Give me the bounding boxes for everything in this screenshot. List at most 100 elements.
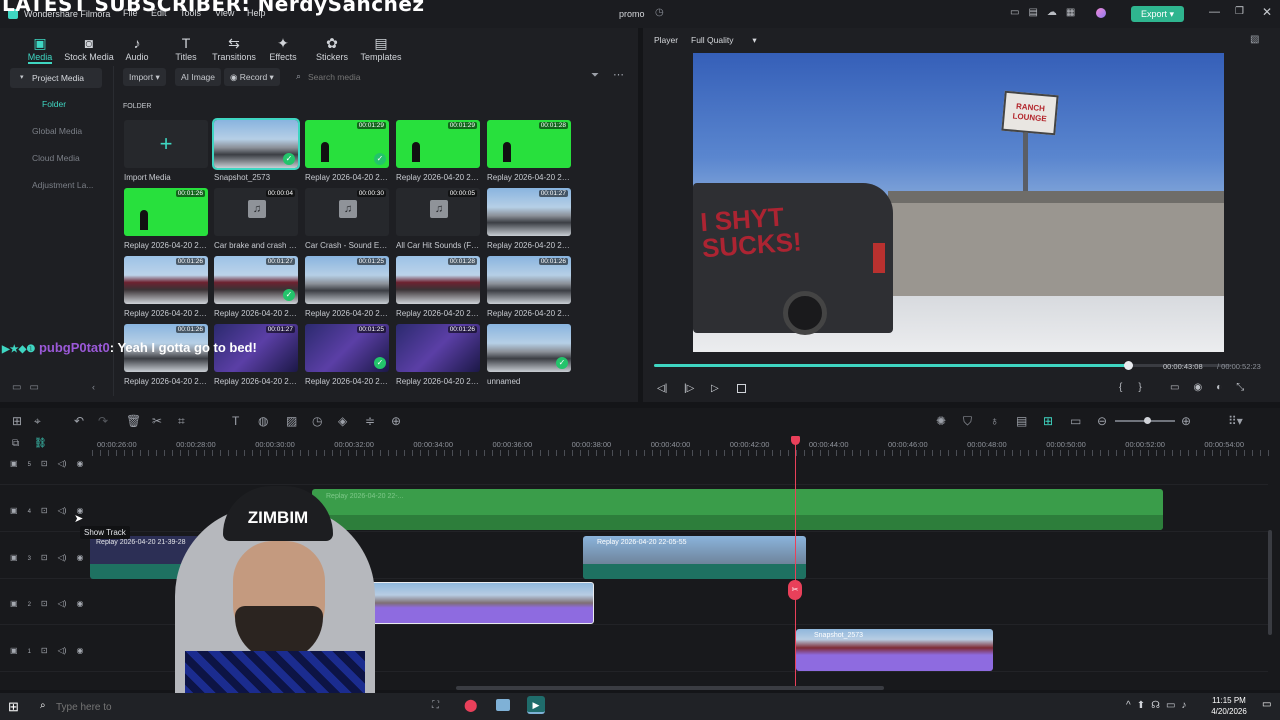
media-item[interactable]: 00:01:28 Replay 2026-04-20 22-... <box>487 120 571 182</box>
add-track-icon[interactable]: ⧉ <box>12 438 19 449</box>
player-tab[interactable]: Player <box>654 35 678 45</box>
mute-icon[interactable]: ◁) <box>58 459 67 468</box>
voiceover-icon[interactable]: ♁ <box>990 414 999 428</box>
track-type-icon[interactable]: ▣ <box>10 599 18 608</box>
timeline-vertical-scrollbar[interactable] <box>1268 530 1272 635</box>
quality-dropdown[interactable]: Full Quality ▾ <box>691 35 757 46</box>
stop-icon[interactable] <box>737 384 746 393</box>
fit-icon[interactable]: ▭ <box>1070 414 1081 428</box>
tab-effects[interactable]: ✦ Effects <box>258 34 308 62</box>
restore-icon[interactable]: ❐ <box>1235 6 1244 17</box>
mute-icon[interactable]: ◁) <box>58 506 67 515</box>
chevron-down-icon[interactable]: ▾ <box>20 73 24 81</box>
tab-transitions[interactable]: ⇆ Transitions <box>209 34 259 62</box>
import-media-tile[interactable]: + Import Media <box>124 120 208 182</box>
play-icon[interactable]: ▷ <box>711 383 719 394</box>
folder-add-icon[interactable]: ▭▭ <box>12 382 47 393</box>
media-item[interactable]: ✓ unnamed <box>487 324 571 386</box>
lock-icon[interactable]: ⊡ <box>41 506 48 515</box>
undo-icon[interactable]: ↶ <box>74 414 84 428</box>
tab-media[interactable]: ▣ Media <box>15 34 65 62</box>
more-options-icon[interactable]: ⋯ <box>613 68 624 81</box>
tab-stickers[interactable]: ✿ Stickers <box>307 34 357 62</box>
split-marker-icon[interactable]: ✂ <box>788 580 802 600</box>
split-icon[interactable]: ✂ <box>152 414 162 428</box>
snapshot-icon[interactable]: ▧ <box>1250 34 1259 45</box>
track-type-icon[interactable]: ▣ <box>10 459 18 468</box>
zoom-in-icon[interactable]: ⊕ <box>1181 414 1191 428</box>
snapshot-clip-track1[interactable]: Snapshot_2573 <box>796 629 993 671</box>
redo-icon[interactable]: ↷ <box>98 414 108 428</box>
tab-titles[interactable]: T Titles <box>161 34 211 62</box>
taskbar-search-input[interactable] <box>56 699 116 715</box>
track-type-icon[interactable]: ▣ <box>10 506 18 515</box>
lock-icon[interactable]: ⊡ <box>41 599 48 608</box>
track-type-icon[interactable]: ▣ <box>10 553 18 562</box>
import-dropdown[interactable]: Import ▾ <box>123 68 166 86</box>
eye-icon[interactable]: ◉ <box>76 599 83 608</box>
green-screen-clip[interactable]: Replay 2026-04-20 22-... <box>312 489 1163 530</box>
delete-icon[interactable]: 🗑 <box>126 414 141 428</box>
player-tools-icons[interactable]: ▭◉◐⤡ <box>1170 382 1258 393</box>
color-icon[interactable]: ◍ <box>258 414 268 428</box>
taskbar-filmora-icon[interactable]: ▶ <box>527 696 545 714</box>
titlebar-tools-icons[interactable]: ▭▤☁▦ <box>1010 7 1084 18</box>
media-item[interactable]: ♫ 00:00:05 All Car Hit Sounds (Fo... <box>396 188 480 250</box>
sidebar-item-adjustment-layer[interactable]: Adjustment La... <box>10 175 102 195</box>
playback-scrubber[interactable] <box>1123 361 1133 370</box>
snapshot-clip-track2[interactable] <box>368 582 594 624</box>
tab-audio[interactable]: ♪ Audio <box>112 34 162 62</box>
tab-templates[interactable]: ▤ Templates <box>356 34 406 62</box>
windows-start-icon[interactable]: ⊞ <box>8 699 19 715</box>
ai-tools-icon[interactable]: ▨ <box>286 414 297 428</box>
media-item[interactable]: ♫ 00:00:30 Car Crash - Sound Eff... <box>305 188 389 250</box>
media-item[interactable]: 00:01:26 Replay 2026-04-20 22-... <box>487 256 571 318</box>
media-item[interactable]: ♫ 00:00:04 Car brake and crash S... <box>214 188 298 250</box>
select-tool-icon[interactable]: ⌖ <box>34 414 41 429</box>
render-icon[interactable]: ✺ <box>936 414 946 428</box>
media-item[interactable]: 00:01:25 Replay 2026-04-20 22-... <box>305 256 389 318</box>
lock-icon[interactable]: ⊡ <box>41 646 48 655</box>
marker-icon[interactable]: ⛉ <box>963 414 972 429</box>
media-item[interactable]: 00:01:25 ✓ Replay 2026-04-20 21-... <box>305 324 389 386</box>
adjust-icon[interactable]: ≑ <box>365 414 375 428</box>
mute-icon[interactable]: ◁) <box>58 553 67 562</box>
collapse-sidebar-icon[interactable]: ‹ <box>92 382 95 392</box>
taskbar-app-icon[interactable]: ⛶ <box>432 700 439 711</box>
notifications-icon[interactable]: ▭ <box>1262 699 1271 710</box>
sidebar-item-folder[interactable]: Folder <box>10 94 102 114</box>
media-item[interactable]: ✓ Snapshot_2573 <box>212 118 300 182</box>
speed-icon[interactable]: ◷ <box>312 414 322 428</box>
text-icon[interactable]: T <box>232 414 239 428</box>
minimize-icon[interactable]: — <box>1209 6 1220 18</box>
layout-icon[interactable]: ⊞ <box>12 414 22 428</box>
playhead-handle[interactable] <box>791 436 800 445</box>
media-item[interactable]: 00:01:26 Replay 2026-04-20 21-... <box>396 324 480 386</box>
previous-frame-icon[interactable]: ◁| <box>657 383 667 394</box>
export-button[interactable]: Export ▾ <box>1131 6 1184 22</box>
avatar[interactable] <box>1096 8 1106 18</box>
track-type-icon[interactable]: ▣ <box>10 646 18 655</box>
media-item[interactable]: 00:01:29 Replay 2026-04-20 22-... <box>396 120 480 182</box>
ai-image-button[interactable]: AI Image <box>175 68 222 86</box>
taskbar-maps-icon[interactable]: ⬤ <box>464 698 477 712</box>
lock-icon[interactable]: ⊡ <box>41 553 48 562</box>
close-icon[interactable]: ✕ <box>1262 5 1272 19</box>
next-frame-icon[interactable]: |▷ <box>684 383 694 394</box>
eye-icon[interactable]: ◉ <box>76 459 83 468</box>
more-tools-icon[interactable]: ⊕ <box>391 414 401 428</box>
eye-icon[interactable]: ◉ <box>76 646 83 655</box>
mute-icon[interactable]: ◁) <box>58 599 67 608</box>
replay-clip-track3[interactable]: Replay 2026-04-20 22-05-55 <box>583 536 806 579</box>
tab-stock-media[interactable]: ◙ Stock Media <box>64 34 114 62</box>
system-tray-icons[interactable]: ^⬆☊▭♪ <box>1126 700 1192 711</box>
keyframe-icon[interactable]: ◈ <box>338 414 347 428</box>
audio-mixer-icon[interactable]: ▤ <box>1016 414 1027 428</box>
search-media-input[interactable] <box>308 68 578 86</box>
zoom-out-icon[interactable]: ⊖ <box>1097 414 1107 428</box>
lock-icon[interactable]: ⊡ <box>41 459 48 468</box>
filter-icon[interactable]: ⏷ <box>591 70 599 81</box>
zoom-slider-knob[interactable] <box>1144 417 1151 424</box>
sidebar-item-global-media[interactable]: Global Media <box>10 121 102 141</box>
playhead-line[interactable] <box>795 440 796 690</box>
